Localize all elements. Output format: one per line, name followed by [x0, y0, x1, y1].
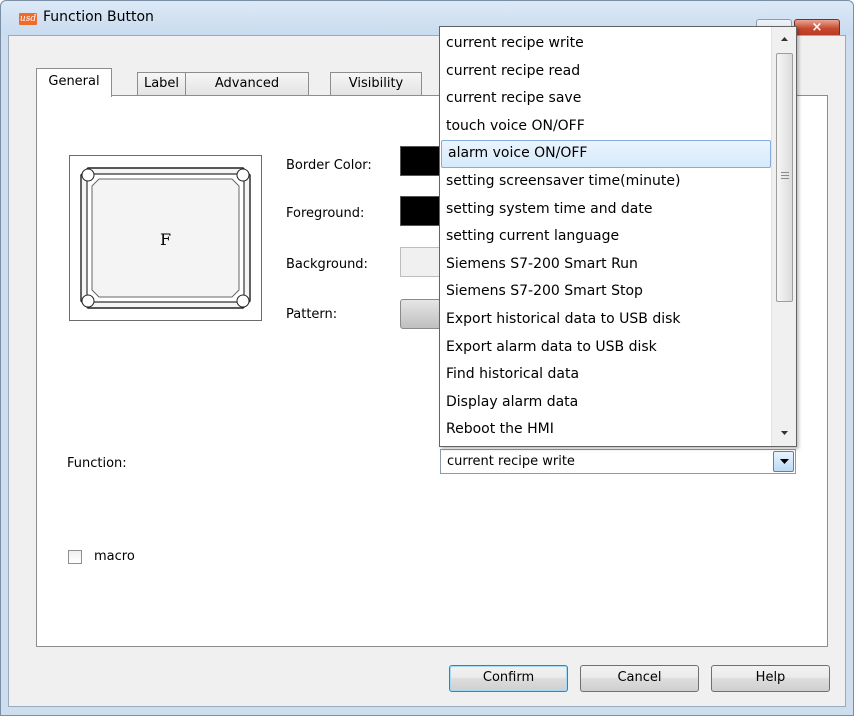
scroll-down-arrow-icon — [781, 431, 788, 435]
scrollbar-thumb[interactable] — [776, 53, 793, 302]
dropdown-item[interactable]: setting screensaver time(minute) — [440, 168, 770, 196]
macro-label: macro — [94, 549, 135, 564]
button-preview: F — [69, 155, 262, 321]
pattern-selector[interactable] — [400, 299, 442, 329]
cancel-button-label: Cancel — [617, 670, 662, 685]
tab-label-label: Label — [143, 76, 180, 91]
dropdown-item[interactable]: setting system time and date — [440, 196, 770, 224]
app-icon: usd — [19, 13, 37, 25]
cancel-button[interactable]: Cancel — [580, 665, 699, 692]
function-dropdown-list[interactable]: current recipe write current recipe read… — [439, 26, 797, 447]
scroll-up-button[interactable] — [776, 31, 793, 47]
scrollbar-grip-icon — [781, 172, 789, 181]
border-color-swatch[interactable] — [400, 146, 442, 176]
dropdown-item[interactable]: current recipe save — [440, 85, 770, 113]
dropdown-item[interactable]: touch voice ON/OFF — [440, 113, 770, 141]
dropdown-scrollbar[interactable] — [771, 27, 796, 446]
tab-general[interactable]: General — [36, 68, 112, 97]
tab-label[interactable]: Label — [137, 72, 186, 96]
confirm-button-label: Confirm — [482, 670, 535, 685]
combobox-dropdown-button[interactable] — [773, 451, 794, 472]
window-title: Function Button — [43, 9, 154, 25]
tab-general-label: General — [48, 74, 100, 89]
tab-advanced[interactable]: Advanced — [185, 72, 309, 96]
background-color-swatch[interactable] — [400, 247, 442, 277]
dropdown-item[interactable]: Export historical data to USB disk — [440, 306, 770, 334]
background-label: Background: — [286, 257, 368, 272]
dropdown-item[interactable]: current recipe write — [440, 30, 770, 58]
function-label: Function: — [67, 456, 127, 471]
scroll-up-arrow-icon — [781, 37, 788, 41]
function-selected-value: current recipe write — [447, 454, 575, 469]
chevron-down-icon — [780, 459, 789, 464]
tab-visibility[interactable]: Visibility — [330, 72, 422, 96]
dropdown-item-highlighted[interactable]: alarm voice ON/OFF — [441, 140, 771, 168]
tab-visibility-label: Visibility — [348, 76, 404, 91]
tab-advanced-label: Advanced — [214, 76, 280, 91]
help-button-label: Help — [755, 670, 786, 685]
dropdown-item[interactable]: Reboot the HMI — [440, 416, 770, 444]
dropdown-item[interactable]: Siemens S7-200 Smart Run — [440, 251, 770, 279]
foreground-color-swatch[interactable] — [400, 196, 442, 226]
scroll-down-button[interactable] — [776, 425, 793, 441]
pattern-label: Pattern: — [286, 307, 338, 322]
confirm-button[interactable]: Confirm — [449, 665, 568, 692]
dropdown-item[interactable]: setting current language — [440, 223, 770, 251]
macro-checkbox[interactable] — [68, 550, 82, 564]
function-combobox[interactable]: current recipe write — [440, 449, 796, 474]
dropdown-items: current recipe write current recipe read… — [440, 30, 771, 444]
dropdown-item[interactable]: Siemens S7-200 Smart Stop — [440, 278, 770, 306]
dropdown-item[interactable]: current recipe read — [440, 58, 770, 86]
button-preview-text: F — [160, 230, 172, 249]
help-button[interactable]: Help — [711, 665, 830, 692]
border-color-label: Border Color: — [286, 158, 372, 173]
dropdown-item[interactable]: Display alarm data — [440, 389, 770, 417]
dropdown-item[interactable]: Export alarm data to USB disk — [440, 334, 770, 362]
dropdown-item[interactable]: Find historical data — [440, 361, 770, 389]
foreground-label: Foreground: — [286, 206, 365, 221]
